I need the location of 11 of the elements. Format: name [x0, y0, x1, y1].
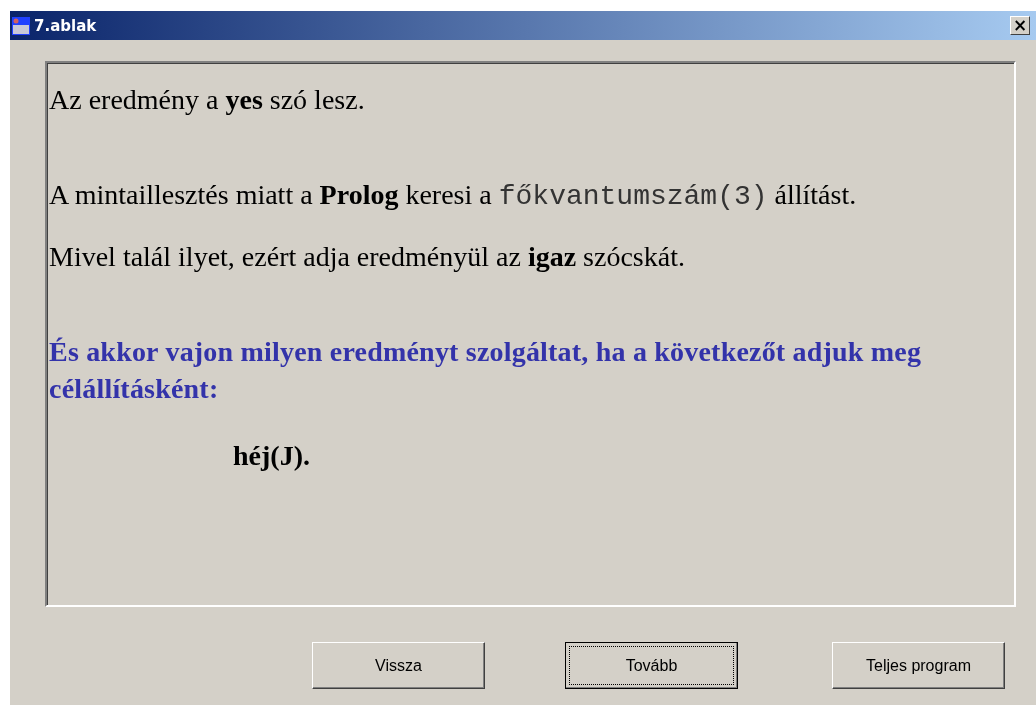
dialog-button[interactable]: Vissza — [312, 642, 485, 689]
paragraph: Mivel talál ilyet, ezért adja eredményül az igaz szócskát. — [49, 240, 686, 274]
window-icon — [12, 16, 30, 35]
code-line: héj(J). — [232, 439, 311, 473]
dialog-button[interactable]: Tovább — [565, 642, 738, 689]
close-button[interactable]: × — [1010, 16, 1030, 35]
question-text: És akkor vajon milyen eredményt szolgáltat, ha a következőt adjuk meg célállításként: — [49, 335, 923, 406]
paragraph: A mintaillesztés miatt a Prolog keresi a főkvantumszám(3) állítást. — [49, 178, 858, 214]
paragraph: Az eredmény a yes szó lesz. — [49, 83, 366, 117]
window-title: 7.ablak — [34, 16, 98, 35]
dialog-button[interactable]: Teljes program — [832, 642, 1005, 689]
